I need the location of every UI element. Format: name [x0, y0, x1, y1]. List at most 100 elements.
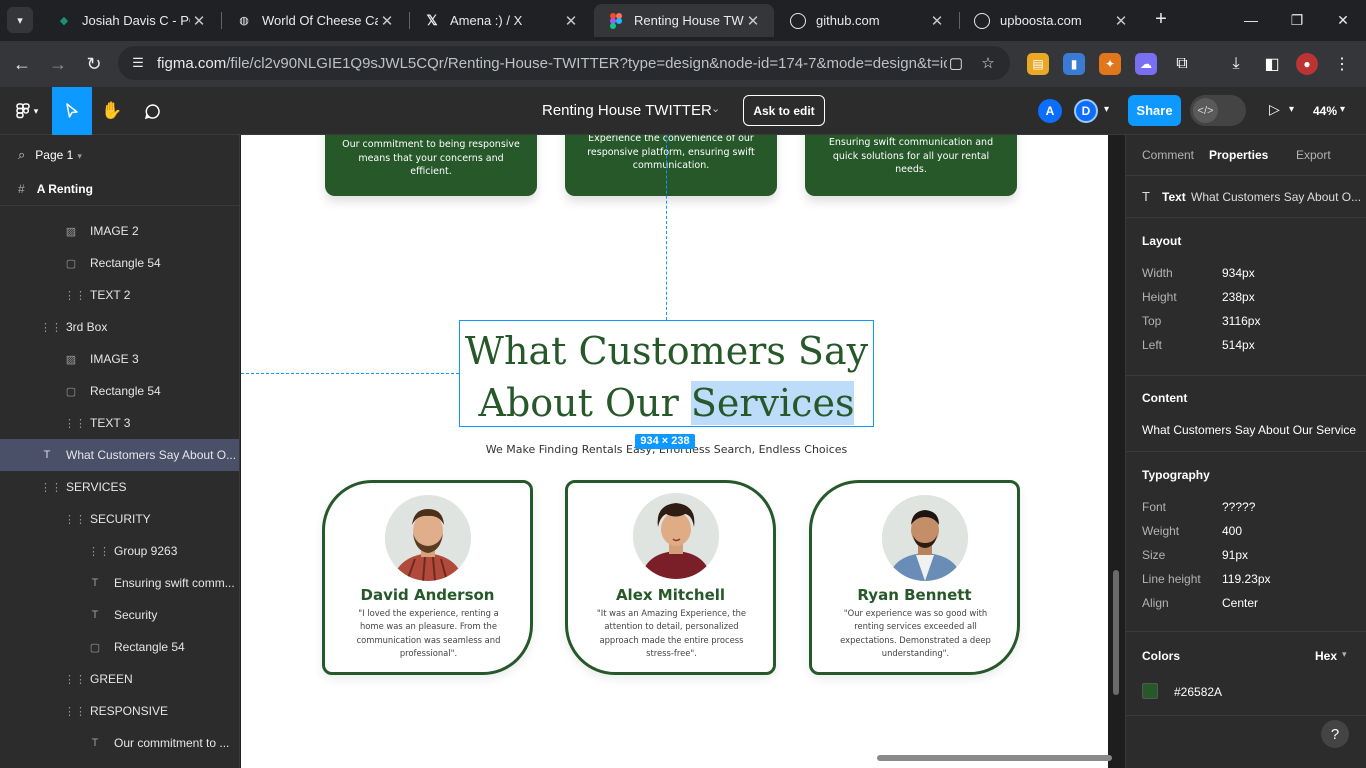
browser-tab-upboosta[interactable]: upboosta.com ✕: [960, 4, 1142, 37]
browser-menu-icon[interactable]: ⋮: [1331, 53, 1353, 75]
tab-comment[interactable]: Comment: [1142, 148, 1194, 162]
page-selector[interactable]: ⌕ Page 1 ▾: [18, 147, 82, 163]
section-heading[interactable]: What Customers Say About Our Services: [459, 325, 874, 429]
weight-value[interactable]: 400: [1222, 524, 1242, 538]
layer-item[interactable]: ⋮⋮ GREEN: [0, 663, 239, 695]
new-tab-button[interactable]: +: [1150, 9, 1172, 31]
color-swatch[interactable]: [1142, 683, 1158, 699]
share-button[interactable]: Share: [1128, 95, 1181, 126]
browser-tab-portfolio[interactable]: ◆ Josiah Davis C - PORT ✕: [42, 4, 220, 37]
browser-tab-cheesecake[interactable]: ◍ World Of Cheese Cake ✕: [222, 4, 408, 37]
search-icon[interactable]: ⌕: [18, 147, 25, 162]
profile-avatar-icon[interactable]: ●: [1296, 53, 1318, 75]
close-tab-icon[interactable]: ✕: [562, 12, 580, 30]
back-arrow-icon[interactable]: ←: [8, 50, 36, 78]
layer-item[interactable]: ▨ IMAGE 3: [0, 343, 239, 375]
top-label: Top: [1142, 314, 1162, 328]
browser-tab-x[interactable]: 𝕏 Amena :) / X ✕: [410, 4, 592, 37]
close-tab-icon[interactable]: ✕: [1112, 12, 1130, 30]
security-card[interactable]: Ensuring swift communication and quick s…: [805, 135, 1017, 196]
layer-item[interactable]: ▢ Rectangle 54: [0, 631, 239, 663]
layer-item[interactable]: T Security: [0, 599, 239, 631]
layer-item[interactable]: ⋮⋮ RESPONSIVE: [0, 695, 239, 727]
close-tab-icon[interactable]: ✕: [928, 12, 946, 30]
comment-tool-icon[interactable]: [132, 87, 172, 135]
folder-extension-icon[interactable]: ▤: [1027, 53, 1049, 75]
layer-item-selected[interactable]: T What Customers Say About O...: [0, 439, 239, 471]
close-tab-icon[interactable]: ✕: [744, 12, 762, 30]
tab-properties[interactable]: Properties: [1209, 148, 1268, 162]
layer-item[interactable]: ⋮⋮ Group 9263: [0, 535, 239, 567]
layer-item[interactable]: T Our commitment to ...: [0, 727, 239, 759]
chevron-down-icon[interactable]: ▾: [1104, 104, 1109, 115]
hand-tool-icon[interactable]: ✋: [92, 87, 132, 135]
layer-item[interactable]: ⋮⋮ SERVICES: [0, 471, 239, 503]
top-value[interactable]: 3116px: [1222, 314, 1260, 328]
site-settings-icon[interactable]: ☰: [128, 53, 148, 73]
chevron-down-icon[interactable]: ▾: [1342, 649, 1347, 660]
file-title[interactable]: Renting House TWITTER: [542, 102, 712, 119]
horizontal-scrollbar[interactable]: [877, 755, 1112, 761]
present-play-icon[interactable]: ▷: [1269, 101, 1280, 118]
ghost-extension-icon[interactable]: ☁: [1135, 53, 1157, 75]
side-panel-icon[interactable]: ◧: [1261, 53, 1283, 75]
layer-item[interactable]: ⋮⋮ 3rd Box: [0, 311, 239, 343]
align-value[interactable]: Center: [1222, 596, 1258, 610]
forward-arrow-icon[interactable]: →: [44, 50, 72, 78]
size-value[interactable]: 91px: [1222, 548, 1248, 562]
platform-card[interactable]: Experience the convenience of our respon…: [565, 135, 777, 196]
left-value[interactable]: 514px: [1222, 338, 1255, 352]
layer-item[interactable]: ▢ Rectangle 54: [0, 375, 239, 407]
tab-export[interactable]: Export: [1296, 148, 1331, 162]
address-bar[interactable]: ☰ figma.com/file/cl2v90NLGIE1Q9sJWL5CQr/…: [118, 46, 1010, 80]
font-value[interactable]: ?????: [1222, 500, 1255, 514]
design-frame[interactable]: Our commitment to being responsive means…: [241, 135, 1108, 768]
layer-item[interactable]: ⋮⋮ TEXT 2: [0, 279, 239, 311]
close-window-icon[interactable]: ✕: [1320, 0, 1366, 40]
height-value[interactable]: 238px: [1222, 290, 1255, 304]
chevron-down-icon[interactable]: ⌄: [711, 102, 720, 115]
browser-tab-figma[interactable]: Renting House TWITT ✕: [594, 4, 774, 37]
move-tool-icon[interactable]: [52, 87, 92, 135]
ask-to-edit-button[interactable]: Ask to edit: [743, 95, 825, 126]
layer-item[interactable]: ⋮⋮ TEXT 3: [0, 407, 239, 439]
chevron-down-icon[interactable]: ▾: [1289, 104, 1294, 115]
bookmark-star-icon[interactable]: ☆: [978, 53, 998, 73]
vertical-scrollbar[interactable]: [1113, 570, 1119, 695]
width-value[interactable]: 934px: [1222, 266, 1255, 280]
restore-icon[interactable]: ❐: [1274, 0, 1320, 40]
browser-tab-github[interactable]: github.com ✕: [776, 4, 958, 37]
minimize-icon[interactable]: —: [1228, 0, 1274, 40]
reload-icon[interactable]: ↻: [80, 50, 108, 78]
metamask-extension-icon[interactable]: ✦: [1099, 53, 1121, 75]
responsive-card[interactable]: Our commitment to being responsive means…: [325, 135, 537, 196]
testimonial-card[interactable]: David Anderson "I loved the experience, …: [322, 480, 533, 675]
clipboard-icon[interactable]: ▢: [946, 53, 966, 73]
url-text[interactable]: figma.com/file/cl2v90NLGIE1Q9sJWL5CQr/Re…: [157, 55, 947, 72]
download-icon[interactable]: ⤓: [1225, 53, 1247, 75]
layer-item[interactable]: ▨ IMAGE 2: [0, 215, 239, 247]
testimonial-card[interactable]: Alex Mitchell "It was an Amazing Experie…: [565, 480, 776, 675]
line-height-value[interactable]: 119.23px: [1222, 572, 1271, 586]
zoom-level[interactable]: 44%: [1313, 104, 1337, 118]
figma-main-menu-icon[interactable]: ▾: [6, 87, 46, 135]
layer-item[interactable]: T Ensuring swift comm...: [0, 567, 239, 599]
content-value[interactable]: What Customers Say About Our Service: [1142, 423, 1356, 437]
avatar[interactable]: A: [1038, 99, 1062, 123]
design-canvas[interactable]: Our commitment to being responsive means…: [241, 135, 1125, 768]
layer-item[interactable]: ▢ Rectangle 54: [0, 247, 239, 279]
docs-extension-icon[interactable]: ▮: [1063, 53, 1085, 75]
chevron-down-icon[interactable]: ▾: [1340, 104, 1345, 115]
color-format-select[interactable]: Hex: [1315, 649, 1337, 663]
layer-item[interactable]: ⋮⋮ SECURITY: [0, 503, 239, 535]
extensions-puzzle-icon[interactable]: ⧉: [1171, 53, 1193, 75]
close-tab-icon[interactable]: ✕: [378, 12, 396, 30]
dev-mode-toggle[interactable]: </>: [1190, 95, 1246, 126]
avatar[interactable]: D: [1074, 99, 1098, 123]
help-button[interactable]: ?: [1321, 720, 1349, 748]
frame-layer[interactable]: # A Renting: [18, 182, 93, 196]
tab-search-button[interactable]: ▾: [7, 7, 33, 33]
testimonial-card[interactable]: Ryan Bennett "Our experience was so good…: [809, 480, 1020, 675]
close-tab-icon[interactable]: ✕: [190, 12, 208, 30]
color-hex-value[interactable]: #26582A: [1174, 685, 1222, 699]
